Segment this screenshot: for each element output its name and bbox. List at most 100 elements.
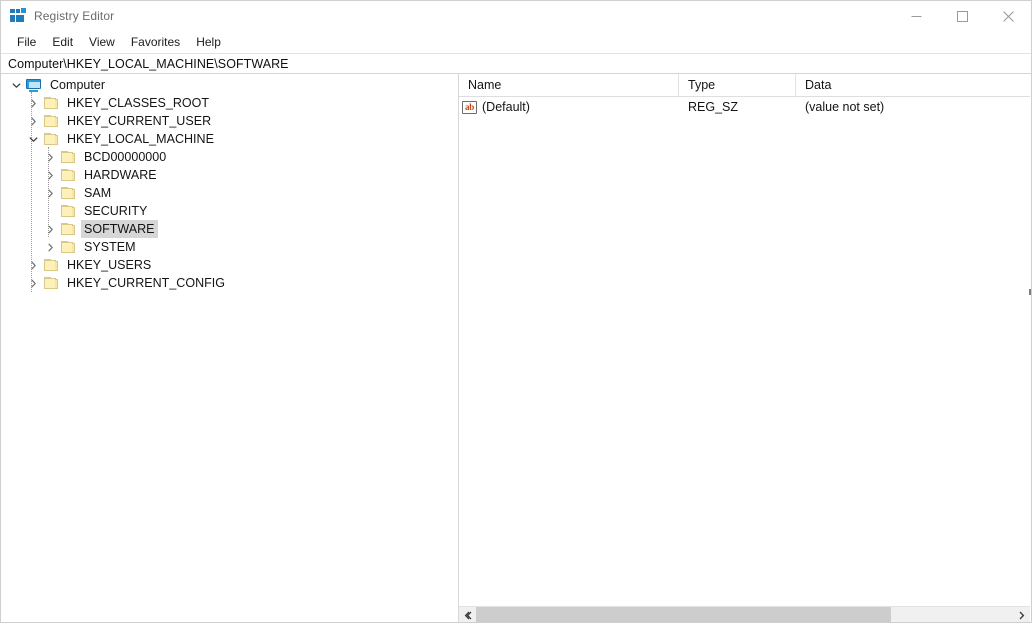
close-button[interactable] [985,1,1031,31]
tree-item-label: SOFTWARE [81,220,158,238]
window-controls [893,1,1031,31]
tree-expander-collapse[interactable] [8,76,25,94]
main-content: Computer HKEY_CLASSES_ROOT HKEY_CURRENT_US… [1,74,1031,622]
tree-expander-none [42,202,59,220]
tree-item-sam[interactable]: SAM [1,184,458,202]
registry-tree: Computer HKEY_CLASSES_ROOT HKEY_CURRENT_US… [1,74,458,292]
chevron-right-icon [31,261,36,269]
chevron-right-icon [31,99,36,107]
tree-item-system[interactable]: SYSTEM [1,238,458,256]
chevron-right-icon [48,243,53,251]
folder-icon [59,202,76,220]
registry-values-pane[interactable]: Name Type Data ab (Default) REG_SZ (value n… [459,74,1030,622]
tree-item-label: SAM [84,186,112,200]
scrollbar-track[interactable] [476,607,1013,622]
folder-icon [42,130,59,148]
tree-item-label: HKEY_CURRENT_CONFIG [67,276,226,290]
chevron-left-icon [464,611,472,619]
monitor-icon [25,76,42,94]
tree-item-label: Computer [50,78,106,92]
menu-item-view[interactable]: View [81,33,123,52]
chevron-right-icon [48,189,53,197]
tree-expander-expand[interactable] [42,148,59,166]
column-header-type[interactable]: Type [679,74,796,96]
tree-expander-expand[interactable] [25,112,42,130]
folder-icon [42,256,59,274]
menu-item-favorites[interactable]: Favorites [123,33,188,52]
tree-item-label: HKEY_LOCAL_MACHINE [67,132,214,146]
tree-expander-expand[interactable] [42,184,59,202]
tree-item-label: HKEY_USERS [67,258,152,272]
tree-item-security[interactable]: SECURITY [1,202,458,220]
chevron-right-icon [31,279,36,287]
tree-expander-expand[interactable] [42,220,59,238]
chevron-right-icon [31,117,36,125]
list-column-headers: Name Type Data [459,74,1030,97]
horizontal-scrollbar[interactable] [459,606,1030,622]
window-edge-marker [1029,289,1031,295]
folder-icon [59,166,76,184]
folder-icon [59,184,76,202]
tree-expander-expand[interactable] [25,256,42,274]
chevron-down-icon [29,136,38,142]
tree-item-bcd00000000[interactable]: BCD00000000 [1,148,458,166]
maximize-icon [956,10,968,22]
column-header-data[interactable]: Data [796,74,1030,96]
string-value-icon: ab [462,100,477,114]
close-icon [1002,10,1014,22]
scroll-right-button[interactable] [1013,607,1030,622]
folder-icon [59,148,76,166]
tree-item-computer[interactable]: Computer [1,76,458,94]
menu-bar: File Edit View Favorites Help [1,31,1031,53]
minimize-icon [911,15,921,17]
menu-item-file[interactable]: File [9,33,44,52]
registry-values-list: ab (Default) REG_SZ (value not set) [459,97,1030,117]
folder-icon [42,94,59,112]
tree-expander-expand[interactable] [25,274,42,292]
tree-expander-collapse[interactable] [25,130,42,148]
title-bar: Registry Editor [1,1,1031,31]
chevron-down-icon [12,82,21,88]
value-type-cell: REG_SZ [688,100,739,114]
tree-item-hardware[interactable]: HARDWARE [1,166,458,184]
value-name-cell: ab (Default) [459,97,679,117]
registry-tree-pane[interactable]: Computer HKEY_CLASSES_ROOT HKEY_CURRENT_US… [1,74,459,622]
registry-editor-window: Registry Editor File Edit View Favorites… [0,0,1032,623]
chevron-right-icon [48,171,53,179]
folder-icon [59,220,76,238]
window-title: Registry Editor [34,9,115,23]
value-row[interactable]: ab (Default) REG_SZ (value not set) [459,97,1030,117]
address-path: Computer\HKEY_LOCAL_MACHINE\SOFTWARE [8,56,289,71]
tree-item-hkey-users[interactable]: HKEY_USERS [1,256,458,274]
folder-icon [42,274,59,292]
tree-expander-expand[interactable] [42,238,59,256]
column-header-name[interactable]: Name [459,74,679,96]
tree-item-label: HKEY_CLASSES_ROOT [67,96,210,110]
tree-item-hkey-current-user[interactable]: HKEY_CURRENT_USER [1,112,458,130]
value-data-cell: (value not set) [805,100,885,114]
folder-icon [42,112,59,130]
tree-item-software[interactable]: SOFTWARE [1,220,458,238]
tree-item-label: SYSTEM [84,240,136,254]
address-bar[interactable]: Computer\HKEY_LOCAL_MACHINE\SOFTWARE [1,53,1031,74]
tree-item-label: HARDWARE [84,168,157,182]
tree-item-hkey-current-config[interactable]: HKEY_CURRENT_CONFIG [1,274,458,292]
tree-item-label: HKEY_CURRENT_USER [67,114,212,128]
scroll-left-button[interactable] [459,607,476,622]
chevron-right-icon [1019,611,1025,619]
folder-icon [59,238,76,256]
tree-item-label: SECURITY [84,204,148,218]
chevron-right-icon [48,225,53,233]
menu-item-edit[interactable]: Edit [44,33,81,52]
tree-item-hkey-local-machine[interactable]: HKEY_LOCAL_MACHINE [1,130,458,148]
tree-item-hkey-classes-root[interactable]: HKEY_CLASSES_ROOT [1,94,458,112]
registry-editor-icon [10,7,27,24]
maximize-button[interactable] [939,1,985,31]
chevron-right-icon [48,153,53,161]
tree-item-label: BCD00000000 [84,150,167,164]
scrollbar-thumb[interactable] [476,607,891,622]
menu-item-help[interactable]: Help [188,33,229,52]
minimize-button[interactable] [893,1,939,31]
tree-expander-expand[interactable] [25,94,42,112]
tree-expander-expand[interactable] [42,166,59,184]
